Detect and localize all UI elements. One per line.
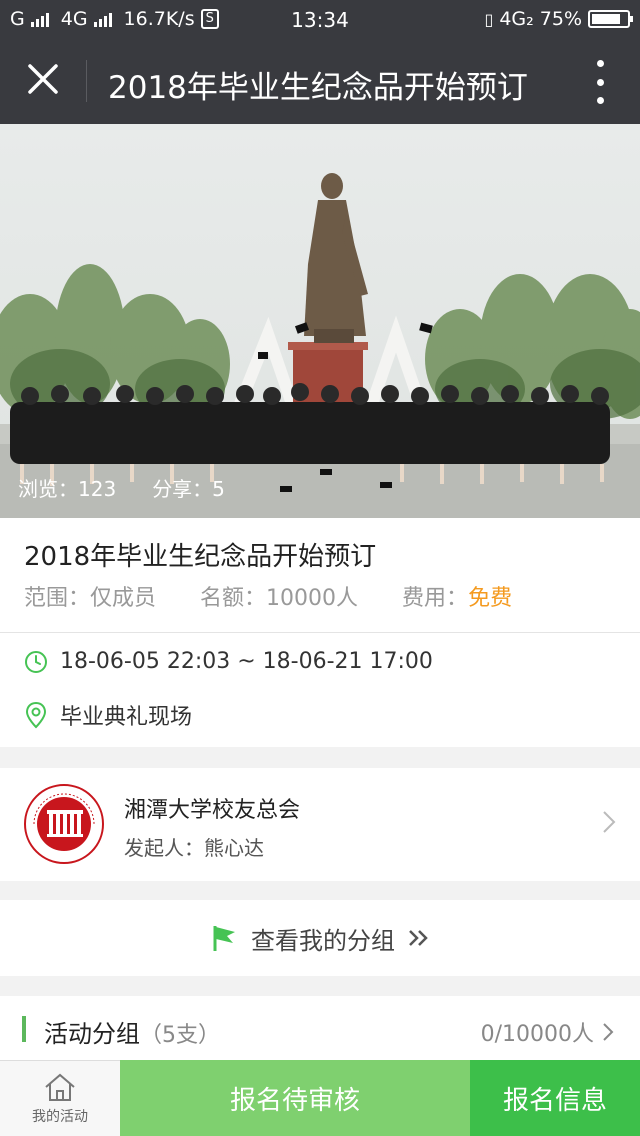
location-row: 毕业典礼现场: [24, 699, 192, 731]
quota: 名额：10000人: [200, 580, 358, 612]
status-right: ▯ 4G₂ 75%: [484, 8, 633, 30]
battery-percent: 75%: [539, 8, 582, 30]
fee-value: 免费: [468, 586, 513, 611]
more-dot: [596, 60, 604, 67]
status-bar: G 4G 16.7K/s S 13:34 ▯ 4G₂ 75%: [0, 0, 640, 38]
more-dot: [596, 97, 604, 104]
groups-label: 活动分组（5支）: [44, 1014, 220, 1049]
chevron-right-icon: [603, 1023, 614, 1041]
shares-count: 分享：5: [152, 477, 225, 501]
organizer-name: 湘潭大学校友总会: [124, 798, 301, 823]
my-activity-label: 我的活动: [32, 1108, 88, 1125]
flag-icon: [213, 926, 235, 951]
battery-icon: [588, 10, 633, 28]
signup-info-button[interactable]: 报名信息: [470, 1060, 640, 1136]
hero-stats: 浏览：123 分享：5: [18, 473, 225, 502]
vibrate-icon: ▯: [484, 9, 494, 29]
time-range: 18-06-05 22:03 ~ 18-06-21 17:00: [60, 649, 433, 674]
my-activity-tab[interactable]: 我的活动: [0, 1060, 120, 1136]
event-meta: 范围：仅成员 名额：10000人 费用：免费: [24, 580, 512, 612]
chevron-right-icon: [603, 811, 616, 833]
view-my-group-button[interactable]: 查看我的分组: [0, 900, 640, 976]
organizer-row[interactable]: 湘潭大学校友总会 发起人：熊心达: [0, 768, 640, 881]
groups-title: 活动分组: [44, 1020, 140, 1048]
groups-quota: 0/10000人: [481, 1016, 614, 1048]
close-icon: [28, 64, 58, 94]
event-info: 2018年毕业生纪念品开始预订 范围：仅成员 名额：10000人 费用：免费: [0, 518, 640, 632]
close-button[interactable]: [22, 58, 66, 102]
page-title: 2018年毕业生纪念品开始预订: [108, 70, 528, 106]
groups-count: （5支）: [140, 1023, 220, 1048]
quota-value: 10000人: [266, 586, 359, 611]
location-text: 毕业典礼现场: [60, 705, 193, 730]
network-type: 4G₂: [499, 8, 534, 30]
more-button[interactable]: [590, 60, 610, 104]
my-group-label: 查看我的分组: [251, 926, 395, 955]
time-row: 18-06-05 22:03 ~ 18-06-21 17:00: [24, 649, 433, 674]
event-title: 2018年毕业生纪念品开始预订: [24, 542, 377, 572]
bottom-action-bar: 我的活动 报名待审核 报名信息: [0, 1060, 640, 1136]
nav-bar: 2018年毕业生纪念品开始预订: [0, 38, 640, 124]
scope-value: 仅成员: [90, 586, 157, 611]
university-logo: [24, 784, 104, 864]
graduation-photo: [0, 124, 640, 518]
quota-label: 名额：: [200, 586, 267, 611]
fee: 费用：免费: [402, 580, 512, 612]
initiator: 发起人：熊心达: [124, 836, 264, 860]
hero-image: 浏览：123 分享：5: [0, 124, 640, 518]
scope: 范围：仅成员: [24, 580, 156, 612]
event-time-location: 18-06-05 22:03 ~ 18-06-21 17:00 毕业典礼现场: [0, 633, 640, 747]
nav-divider: [86, 60, 87, 102]
views-count: 浏览：123: [18, 477, 117, 501]
double-chevron-right-icon: [409, 930, 428, 946]
location-pin-icon: [25, 701, 47, 729]
activity-groups-row[interactable]: 活动分组（5支） 0/10000人: [0, 996, 640, 1066]
groups-quota-value: 0/10000人: [480, 1022, 594, 1047]
fee-label: 费用：: [402, 586, 469, 611]
clock-icon: [25, 650, 47, 673]
more-dot: [596, 78, 604, 86]
section-accent-bar: [22, 1016, 26, 1042]
scope-label: 范围：: [24, 586, 91, 611]
home-icon: [45, 1073, 75, 1101]
pending-review-button[interactable]: 报名待审核: [120, 1060, 470, 1136]
